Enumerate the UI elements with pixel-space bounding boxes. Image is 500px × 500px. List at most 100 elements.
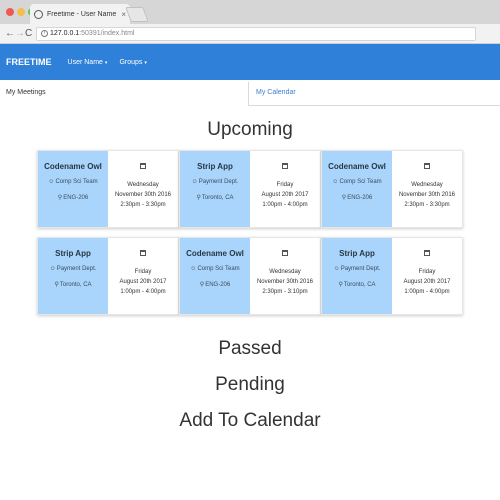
map-marker-icon: ⚲ [199,282,205,288]
minimize-window-button[interactable] [17,8,25,16]
content-tabs: My Meetings My Calendar [0,82,500,106]
meeting-card-schedule: Wednesday November 30th 2016 2:30pm - 3:10… [250,238,320,314]
url-path: :50391/index.html [79,30,135,37]
meeting-card-schedule: Wednesday November 30th 2016 2:30pm - 3:30… [108,151,178,227]
meeting-day: Friday [134,269,152,275]
chevron-down-icon: ▾ [144,59,147,66]
meeting-day: Wednesday [269,269,301,275]
user-menu[interactable]: User Name ▾ [68,59,108,66]
favicon-icon [34,9,43,19]
calendar-icon [424,250,430,256]
meeting-location: ⚲ENG-206 [200,281,230,288]
meeting-title: Strip App [55,249,91,258]
calendar-icon [424,163,430,169]
meeting-card[interactable]: Codename Owl ☺Comp Sci Team ⚲ENG-206 Wednes… [37,150,179,228]
add-to-calendar-heading[interactable]: Add To Calendar [0,410,500,432]
meeting-card-summary: Codename Owl ☺Comp Sci Team ⚲ENG-206 [180,238,250,314]
meeting-team: ☺Comp Sci Team [190,266,239,272]
meeting-title: Codename Owl [186,249,244,258]
group-icon: ☺ [48,179,55,185]
meeting-day: Wednesday [127,182,159,188]
meeting-location-label: Toronto, CA [201,195,234,201]
map-marker-icon: ⚲ [338,282,343,288]
tab-my-calendar[interactable]: My Calendar [250,82,500,106]
group-icon: ☺ [49,266,56,272]
meeting-day: Friday [418,269,436,275]
meeting-location-label: Toronto, CA [343,282,376,288]
meeting-card-schedule: Friday August 20th 2017 1:00pm - 4:00pm [108,238,178,314]
meeting-card[interactable]: Strip App ☺Payment Dept. ⚲Toronto, CA Frida… [179,150,321,228]
brand-logo[interactable]: FREETIME [6,57,52,67]
group-icon: ☺ [333,266,340,272]
chevron-down-icon: ▾ [104,59,108,66]
info-icon[interactable]: i [41,29,48,37]
meeting-title: Strip App [197,162,233,171]
meeting-date: November 30th 2016 [398,192,456,198]
meeting-title: Codename Owl [44,162,102,171]
groups-menu-label: Groups [119,58,143,66]
passed-heading[interactable]: Passed [0,338,500,360]
meeting-team: ☺Payment Dept. [334,266,381,272]
meeting-day: Wednesday [411,182,443,188]
tab-close-icon[interactable]: × [121,10,126,19]
meeting-title: Strip App [339,249,375,258]
meeting-card-schedule: Wednesday November 30th 2016 2:30pm - 3:30… [392,151,462,227]
meeting-time: 2:30pm - 3:30pm [404,202,450,208]
app-navbar: FREETIME User Name ▾ Groups ▾ [0,44,500,80]
upcoming-heading: Upcoming [207,119,293,140]
meeting-date: August 20th 2017 [261,192,309,198]
meeting-title: Codename Owl [328,162,386,171]
group-icon: ☺ [191,179,198,185]
meeting-team-label: Comp Sci Team [197,266,240,272]
meeting-date: August 20th 2017 [119,279,167,285]
group-icon: ☺ [190,266,197,272]
forward-icon[interactable]: → [15,27,25,41]
calendar-icon [140,250,146,256]
meeting-date: August 20th 2017 [403,279,451,285]
calendar-icon [140,163,146,169]
meeting-location: ⚲ENG-206 [342,194,372,201]
meeting-location: ⚲Toronto, CA [54,281,91,288]
meeting-time: 1:00pm - 4:00pm [404,289,450,295]
meeting-card[interactable]: Strip App ☺Payment Dept. ⚲Toronto, CA Frida… [321,237,463,315]
map-marker-icon: ⚲ [57,195,63,201]
pending-heading[interactable]: Pending [0,374,500,396]
browser-tab[interactable]: Freetime - User Name × [30,4,130,24]
map-marker-icon: ⚲ [341,195,347,201]
back-icon[interactable]: ← [5,27,15,41]
browser-tab-strip: Freetime - User Name × [0,0,500,24]
meeting-day: Friday [276,182,294,188]
tab-my-meetings[interactable]: My Meetings [0,82,249,106]
browser-toolbar: ← → C i127.0.0.1:50391/index.html ☆ ⋮ [0,24,500,61]
meeting-location-label: ENG-206 [63,195,89,201]
meeting-team-label: Payment Dept. [340,266,381,272]
meeting-card[interactable]: Codename Owl ☺Comp Sci Team ⚲ENG-206 Wednes… [179,237,321,315]
meeting-card-summary: Strip App ☺Payment Dept. ⚲Toronto, CA [180,151,250,227]
meeting-time: 2:30pm - 3:10pm [262,289,308,295]
meeting-location: ⚲Toronto, CA [196,194,233,201]
meeting-card[interactable]: Strip App ☺Payment Dept. ⚲Toronto, CA Frida… [37,237,179,315]
meeting-card-summary: Codename Owl ☺Comp Sci Team ⚲ENG-206 [322,151,392,227]
meeting-card-schedule: Friday August 20th 2017 1:00pm - 4:00pm [250,151,320,227]
meeting-team: ☺Payment Dept. [192,179,239,185]
meeting-card-summary: Codename Owl ☺Comp Sci Team ⚲ENG-206 [38,151,108,227]
address-bar[interactable]: i127.0.0.1:50391/index.html ☆ [36,27,476,41]
url-host: 127.0.0.1 [50,30,80,37]
meeting-location: ⚲Toronto, CA [338,281,375,288]
meeting-location-label: ENG-206 [205,282,231,288]
groups-menu[interactable]: Groups ▾ [119,59,146,66]
meeting-time: 2:30pm - 3:30pm [120,202,166,208]
meeting-team: ☺Comp Sci Team [332,179,381,185]
meeting-date: November 30th 2016 [256,279,314,285]
meeting-location-label: Toronto, CA [59,282,92,288]
meeting-date: November 30th 2016 [114,192,172,198]
calendar-icon [282,163,288,169]
meeting-card-schedule: Friday August 20th 2017 1:00pm - 4:00pm [392,238,462,314]
close-window-button[interactable] [6,8,14,16]
meeting-location-label: ENG-206 [347,195,373,201]
meeting-team-label: Payment Dept. [56,266,97,272]
reload-icon[interactable]: C [25,27,32,41]
meeting-team-label: Comp Sci Team [55,179,98,185]
tab-title: Freetime - User Name [47,10,117,18]
meeting-card[interactable]: Codename Owl ☺Comp Sci Team ⚲ENG-206 Wednes… [321,150,463,228]
